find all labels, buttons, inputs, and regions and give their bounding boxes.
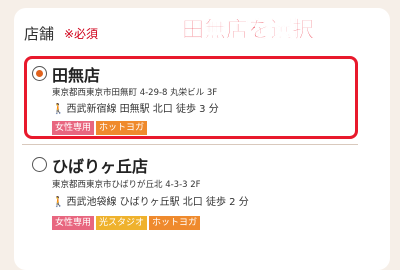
divider — [22, 144, 358, 145]
store-name: ひばりヶ丘店 — [52, 157, 149, 176]
store-selection-panel: 店舗 ※必須 — [14, 8, 390, 270]
store-access: 🚶 西武池袋線 ひばりヶ丘駅 北口 徒歩 2 分 — [52, 197, 249, 208]
tag-hot-yoga: ホットヨガ — [149, 216, 201, 230]
annotation-callout: 田無店を選択 — [182, 18, 315, 44]
store-address: 東京都西東京市ひばりが丘北 4-3-3 2F — [52, 180, 201, 190]
tag-light-studio: 光スタジオ — [96, 216, 148, 230]
required-mark: ※必須 — [64, 27, 99, 41]
tag-women-only: 女性専用 — [52, 216, 95, 230]
walking-person-icon: 🚶 — [52, 197, 65, 208]
store-tags: 女性専用 光スタジオ ホットヨガ — [52, 216, 201, 230]
selection-highlight-box — [24, 56, 358, 139]
radio-hibarigaoka[interactable] — [32, 157, 47, 172]
section-label: 店舗 — [24, 25, 55, 43]
